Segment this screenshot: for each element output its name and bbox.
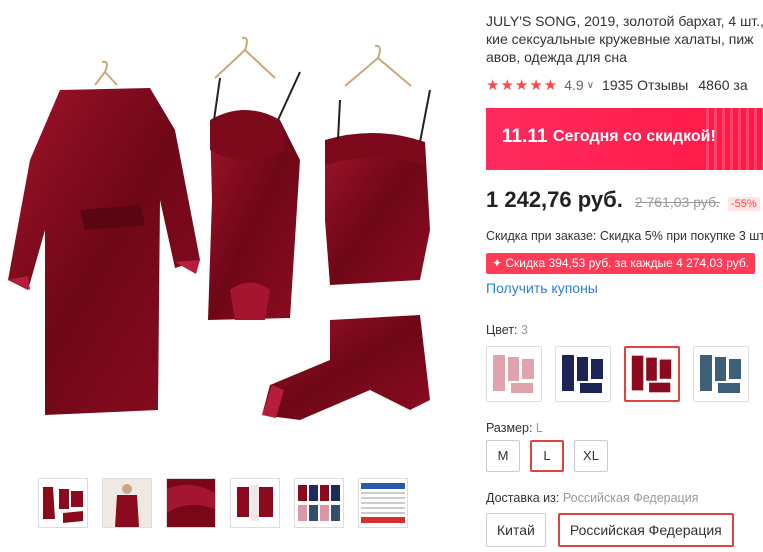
color-option-navy[interactable]: [555, 346, 611, 402]
get-coupons-link[interactable]: Получить купоны: [486, 280, 598, 296]
rating-value[interactable]: 4.9: [564, 77, 583, 93]
thumbnail-3[interactable]: [166, 478, 216, 528]
thumbnail-1[interactable]: [38, 478, 88, 528]
price-row: 1 242,76 руб. 2 761,03 руб. -55%: [486, 187, 760, 213]
size-option-m[interactable]: M: [486, 440, 520, 472]
color-label-row: Цвет: 3: [486, 323, 528, 337]
size-option-xl[interactable]: XL: [574, 440, 608, 472]
order-discount-text: Скидка при заказе: Скидка 5% при покупке…: [486, 229, 763, 243]
shipping-options: Китай Российская Федерация: [486, 513, 734, 547]
thumbnail-2[interactable]: [102, 478, 152, 528]
product-title: JULY'S SONG, 2019, золотой бархат, 4 шт.…: [486, 12, 763, 66]
orders-count: 4860 за: [698, 77, 748, 93]
color-option-teal[interactable]: [693, 346, 749, 402]
thumbnail-6-size-chart[interactable]: [358, 478, 408, 528]
discount-badge: -55%: [727, 197, 760, 211]
shipping-label: Доставка из:: [486, 491, 560, 505]
product-info: JULY'S SONG, 2019, золотой бархат, 4 шт.…: [486, 0, 763, 552]
reviews-link[interactable]: 1935 Отзывы: [602, 77, 688, 93]
sale-banner[interactable]: 11.11 Сегодня со скидкой!: [486, 108, 763, 170]
color-label: Цвет:: [486, 323, 518, 337]
main-product-image[interactable]: [0, 0, 460, 460]
product-gallery: [0, 0, 470, 552]
color-options: [486, 346, 749, 402]
size-label: Размер:: [486, 421, 533, 435]
thumbnail-strip: [38, 478, 408, 528]
ship-from-russia[interactable]: Российская Федерация: [557, 513, 734, 547]
color-value: 3: [520, 323, 528, 337]
shipping-label-row: Доставка из: Российская Федерация: [486, 491, 698, 505]
title-line-1: JULY'S SONG, 2019, золотой бархат, 4 шт.…: [486, 13, 763, 29]
ship-from-china[interactable]: Китай: [486, 513, 546, 547]
thumbnail-5[interactable]: [294, 478, 344, 528]
shipping-value: Российская Федерация: [562, 491, 699, 505]
current-price: 1 242,76 руб.: [486, 187, 623, 212]
title-line-2: кие сексуальные кружевные халаты, пиж: [486, 31, 754, 47]
color-option-pink[interactable]: [486, 346, 542, 402]
rating-row: ★★★★★ 4.9 ∨ 1935 Отзывы 4860 за: [486, 76, 748, 94]
size-option-l[interactable]: L: [530, 440, 564, 472]
size-value: L: [535, 421, 543, 435]
star-icons: ★★★★★: [486, 77, 559, 94]
title-line-3: авов, одежда для сна: [486, 49, 627, 65]
banner-badge: 11.11: [502, 126, 548, 147]
chevron-down-icon[interactable]: ∨: [587, 80, 594, 91]
size-label-row: Размер: L: [486, 421, 543, 435]
size-options: M L XL: [486, 440, 608, 472]
coupon-badge[interactable]: ✦ Скидка 394,53 руб. за каждые 4 274,03 …: [486, 253, 756, 274]
color-option-burgundy[interactable]: [624, 346, 680, 402]
thumbnail-4[interactable]: [230, 478, 280, 528]
old-price: 2 761,03 руб.: [634, 194, 720, 210]
banner-text: Сегодня со скидкой!: [553, 128, 716, 145]
